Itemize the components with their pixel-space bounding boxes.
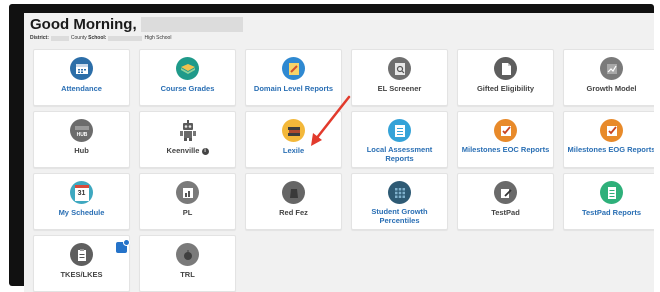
calendar-day: 31 xyxy=(74,184,89,201)
tile-label: TRL xyxy=(180,270,195,279)
tile-label: TestPad Reports xyxy=(581,208,642,217)
school-info: District: County School: High School xyxy=(30,35,243,41)
tile-label: Local Assessment Reports xyxy=(366,145,433,163)
document-icon xyxy=(494,57,517,80)
tile-label: Milestones EOC Reports xyxy=(461,145,550,154)
redacted-school xyxy=(108,35,143,41)
tile-label: My Schedule xyxy=(58,208,105,217)
info-icon[interactable]: i xyxy=(201,147,209,155)
tile-local-assessment-reports[interactable]: Local Assessment Reports xyxy=(351,111,448,168)
tile-attendance[interactable]: Attendance xyxy=(33,49,130,106)
book-icon xyxy=(176,57,199,80)
tile-label: Keenville i xyxy=(142,146,233,156)
tile-label: TestPad xyxy=(491,208,520,217)
tile-lexile[interactable]: Lexile xyxy=(245,111,342,168)
tile-label: TKES/LKES xyxy=(60,270,103,279)
county-text: County xyxy=(70,35,87,41)
tile-label: Gifted Eligibility xyxy=(476,84,535,93)
tile-el-screener[interactable]: EL Screener xyxy=(351,49,448,106)
greeting: Good Morning, xyxy=(30,16,243,33)
tile-label: EL Screener xyxy=(377,84,422,93)
tile-label: Lexile xyxy=(282,146,305,155)
school-label: School: xyxy=(88,35,107,41)
tile-testpad[interactable]: TestPad xyxy=(457,173,554,230)
calendar-icon xyxy=(70,57,93,80)
tile-milestones-eog-reports[interactable]: Milestones EOG Reports xyxy=(563,111,654,168)
tile-label-text: Keenville xyxy=(166,146,200,155)
svg-text:HUB: HUB xyxy=(76,132,87,137)
books-icon xyxy=(282,119,305,142)
notepad-icon xyxy=(600,181,623,204)
tile-my-schedule[interactable]: 31 My Schedule xyxy=(33,173,130,230)
redacted-name xyxy=(140,17,243,32)
tile-label: Domain Level Reports xyxy=(253,84,334,93)
tile-domain-level-reports[interactable]: Domain Level Reports xyxy=(245,49,342,106)
tile-label: Growth Model xyxy=(586,84,637,93)
greeting-text: Good Morning, xyxy=(30,16,137,33)
magnifier-icon xyxy=(388,57,411,80)
page-header: Good Morning, District: County School: H… xyxy=(30,16,243,41)
checkbox-icon xyxy=(600,119,623,142)
tile-label: Red Fez xyxy=(279,208,308,217)
tile-testpad-reports[interactable]: TestPad Reports xyxy=(563,173,654,230)
redacted-district xyxy=(50,35,69,41)
tile-trl[interactable]: TRL xyxy=(139,235,236,292)
clipboard-icon xyxy=(70,243,93,266)
district-label: District: xyxy=(30,35,49,41)
list-icon xyxy=(388,119,411,142)
grid-icon xyxy=(388,181,411,204)
robot-icon xyxy=(176,119,199,142)
fez-icon xyxy=(282,181,305,204)
pencil-icon xyxy=(494,181,517,204)
tile-label: Course Grades xyxy=(160,84,215,93)
tile-pl[interactable]: PL xyxy=(139,173,236,230)
tile-milestones-eoc-reports[interactable]: Milestones EOC Reports xyxy=(457,111,554,168)
notification-badge-icon[interactable] xyxy=(116,239,130,253)
tile-keenville[interactable]: Keenville i xyxy=(139,111,236,168)
tile-gifted-eligibility[interactable]: Gifted Eligibility xyxy=(457,49,554,106)
chart-icon xyxy=(176,181,199,204)
tile-red-fez[interactable]: Red Fez xyxy=(245,173,342,230)
tile-label: Attendance xyxy=(61,84,102,93)
apple-icon xyxy=(176,243,199,266)
screenshot-frame: Good Morning, District: County School: H… xyxy=(9,4,654,292)
tile-hub[interactable]: HUB Hub xyxy=(33,111,130,168)
checkbox-icon xyxy=(494,119,517,142)
tile-course-grades[interactable]: Course Grades xyxy=(139,49,236,106)
tile-growth-model[interactable]: Growth Model xyxy=(563,49,654,106)
tile-label: Student Growth Percentiles xyxy=(371,207,428,225)
calendar-31-icon: 31 xyxy=(70,181,93,204)
dashboard: Good Morning, District: County School: H… xyxy=(24,13,654,292)
report-icon xyxy=(282,57,305,80)
tile-label: Hub xyxy=(74,146,89,155)
tile-label: Milestones EOG Reports xyxy=(567,145,654,154)
school-suffix: High School xyxy=(144,35,172,41)
tile-label: PL xyxy=(182,208,193,217)
hub-icon: HUB xyxy=(70,119,93,142)
growth-icon xyxy=(600,57,623,80)
badge-dot xyxy=(123,239,130,246)
tile-student-growth-percentiles[interactable]: Student Growth Percentiles xyxy=(351,173,448,230)
